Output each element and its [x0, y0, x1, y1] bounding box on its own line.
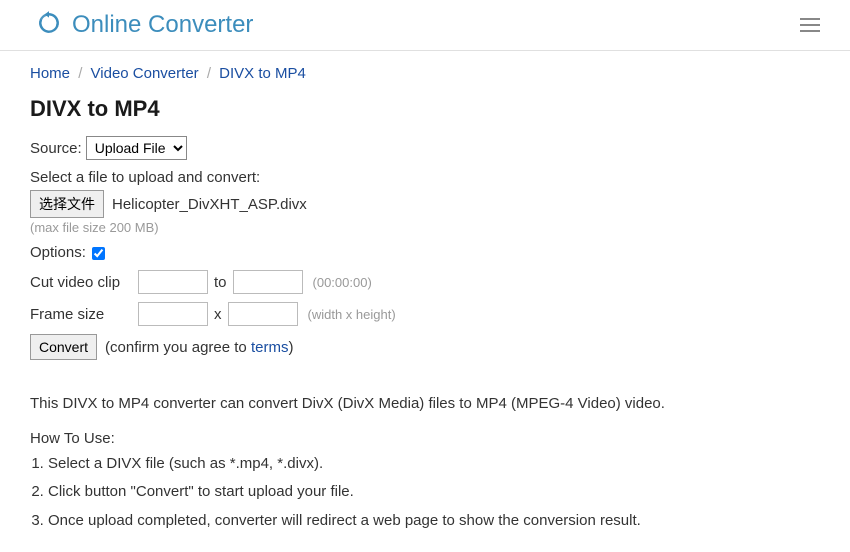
breadcrumb: Home / Video Converter / DIVX to MP4	[0, 51, 850, 82]
selected-file-name: Helicopter_DivXHT_ASP.divx	[112, 196, 307, 213]
converter-form: Source: Upload File Select a file to upl…	[0, 128, 850, 360]
cut-hint: (00:00:00)	[313, 275, 372, 290]
breadcrumb-sep: /	[207, 65, 211, 82]
breadcrumb-sep: /	[78, 65, 82, 82]
frame-size-label: Frame size	[30, 306, 138, 323]
howto-title: How To Use:	[0, 416, 850, 447]
options-label: Options:	[30, 244, 86, 261]
header: Online Converter	[0, 0, 850, 51]
options-checkbox[interactable]	[92, 247, 105, 260]
menu-icon[interactable]	[794, 12, 826, 38]
refresh-icon	[36, 10, 62, 40]
howto-step: Click button "Convert" to start upload y…	[48, 481, 820, 504]
frame-width-input[interactable]	[138, 302, 208, 326]
howto-step: Select a DIVX file (such as *.mp4, *.div…	[48, 453, 820, 476]
cut-video-label: Cut video clip	[30, 274, 138, 291]
site-title: Online Converter	[72, 11, 253, 39]
source-label: Source:	[30, 140, 82, 157]
description-text: This DIVX to MP4 converter can convert D…	[0, 369, 850, 416]
logo-area[interactable]: Online Converter	[36, 10, 253, 40]
convert-button[interactable]: Convert	[30, 334, 97, 360]
cut-start-input[interactable]	[138, 270, 208, 294]
cut-end-input[interactable]	[233, 270, 303, 294]
page-title: DIVX to MP4	[0, 82, 850, 128]
cut-to-label: to	[214, 274, 227, 291]
max-size-hint: (max file size 200 MB)	[30, 220, 159, 235]
agree-text: (confirm you agree to terms)	[105, 339, 293, 356]
breadcrumb-divx-to-mp4[interactable]: DIVX to MP4	[219, 65, 306, 82]
breadcrumb-home[interactable]: Home	[30, 65, 70, 82]
breadcrumb-video-converter[interactable]: Video Converter	[91, 65, 199, 82]
frame-x-label: x	[214, 306, 222, 323]
choose-file-button[interactable]: 选择文件	[30, 190, 104, 218]
howto-list: Select a DIVX file (such as *.mp4, *.div…	[0, 447, 850, 552]
select-file-label: Select a file to upload and convert:	[30, 169, 260, 186]
source-select[interactable]: Upload File	[86, 136, 187, 160]
frame-height-input[interactable]	[228, 302, 298, 326]
frame-hint: (width x height)	[308, 307, 396, 322]
howto-step: Once upload completed, converter will re…	[48, 510, 820, 533]
terms-link[interactable]: terms	[251, 339, 289, 356]
